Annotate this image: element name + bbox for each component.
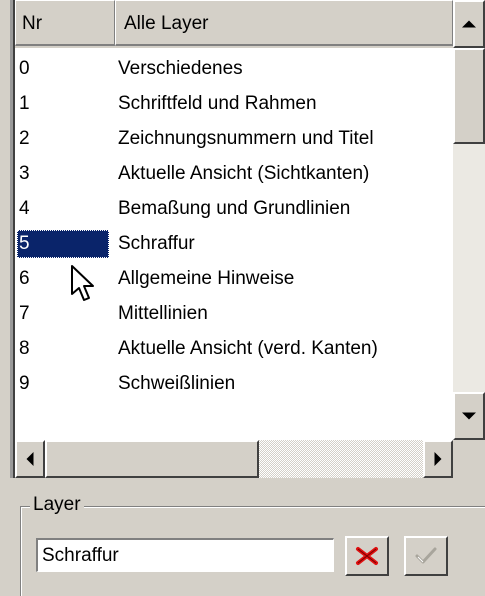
row-name: Schweißlinien [118, 373, 236, 394]
window-frame [0, 0, 10, 587]
list-item[interactable]: 8 Aktuelle Ansicht (verd. Kanten) [15, 332, 453, 367]
row-name: Aktuelle Ansicht (Sichtkanten) [118, 163, 370, 184]
list-item[interactable]: 0 Verschiedenes [15, 52, 453, 87]
row-nr: 7 [19, 303, 30, 324]
row-nr: 8 [19, 338, 30, 359]
list-item[interactable]: 2 Zeichnungsnummern und Titel [15, 122, 453, 157]
row-name: Allgemeine Hinweise [118, 268, 295, 289]
confirm-layer-button[interactable] [404, 536, 448, 576]
row-name: Schraffur [118, 233, 195, 254]
row-name: Schriftfeld und Rahmen [118, 93, 317, 114]
list-item[interactable]: 4 Bemaßung und Grundlinien [15, 192, 453, 227]
row-nr: 4 [19, 198, 30, 219]
list-header: Nr Alle Layer [15, 0, 453, 48]
row-nr: 0 [19, 58, 30, 79]
list-item[interactable]: 3 Aktuelle Ansicht (Sichtkanten) [15, 157, 453, 192]
vertical-scroll-thumb[interactable] [453, 48, 485, 144]
vertical-scrollbar[interactable] [453, 0, 485, 440]
row-name: Zeichnungsnummern und Titel [118, 128, 374, 149]
scroll-left-button[interactable] [15, 440, 45, 478]
row-nr: 6 [19, 268, 30, 289]
row-nr: 3 [19, 163, 30, 184]
row-nr: 9 [19, 373, 30, 394]
row-name: Bemaßung und Grundlinien [118, 198, 351, 219]
list-item-selected[interactable]: 5 Schraffur [15, 227, 453, 262]
arrow-right-icon [434, 452, 442, 466]
row-nr: 5 [17, 230, 109, 258]
mouse-pointer-icon [71, 265, 94, 301]
horizontal-scrollbar[interactable] [15, 440, 453, 478]
scroll-up-button[interactable] [453, 0, 485, 48]
arrow-up-icon [462, 20, 476, 28]
list-item[interactable]: 1 Schriftfeld und Rahmen [15, 87, 453, 122]
row-name: Aktuelle Ansicht (verd. Kanten) [118, 338, 378, 359]
layer-name-input[interactable] [36, 538, 334, 572]
horizontal-scroll-thumb[interactable] [45, 440, 259, 478]
scroll-down-button[interactable] [453, 392, 485, 440]
scroll-right-button[interactable] [423, 440, 453, 478]
row-nr: 1 [19, 93, 30, 114]
checkmark-icon [415, 547, 437, 564]
column-header-nr[interactable]: Nr [15, 0, 115, 46]
delete-layer-button[interactable] [345, 536, 389, 576]
row-name: Verschiedenes [118, 58, 243, 79]
scrollbar-corner [453, 440, 485, 478]
arrow-left-icon [26, 452, 34, 466]
column-header-alle-layer[interactable]: Alle Layer [115, 0, 453, 46]
red-x-icon [356, 547, 378, 565]
layer-group-label: Layer [30, 492, 84, 518]
row-name: Mittellinien [118, 303, 208, 324]
list-item[interactable]: 9 Schweißlinien [15, 367, 453, 402]
arrow-down-icon [462, 412, 476, 420]
layer-list[interactable]: Nr Alle Layer 0 Verschiedenes 1 Schriftf… [15, 0, 453, 440]
row-nr: 2 [19, 128, 30, 149]
